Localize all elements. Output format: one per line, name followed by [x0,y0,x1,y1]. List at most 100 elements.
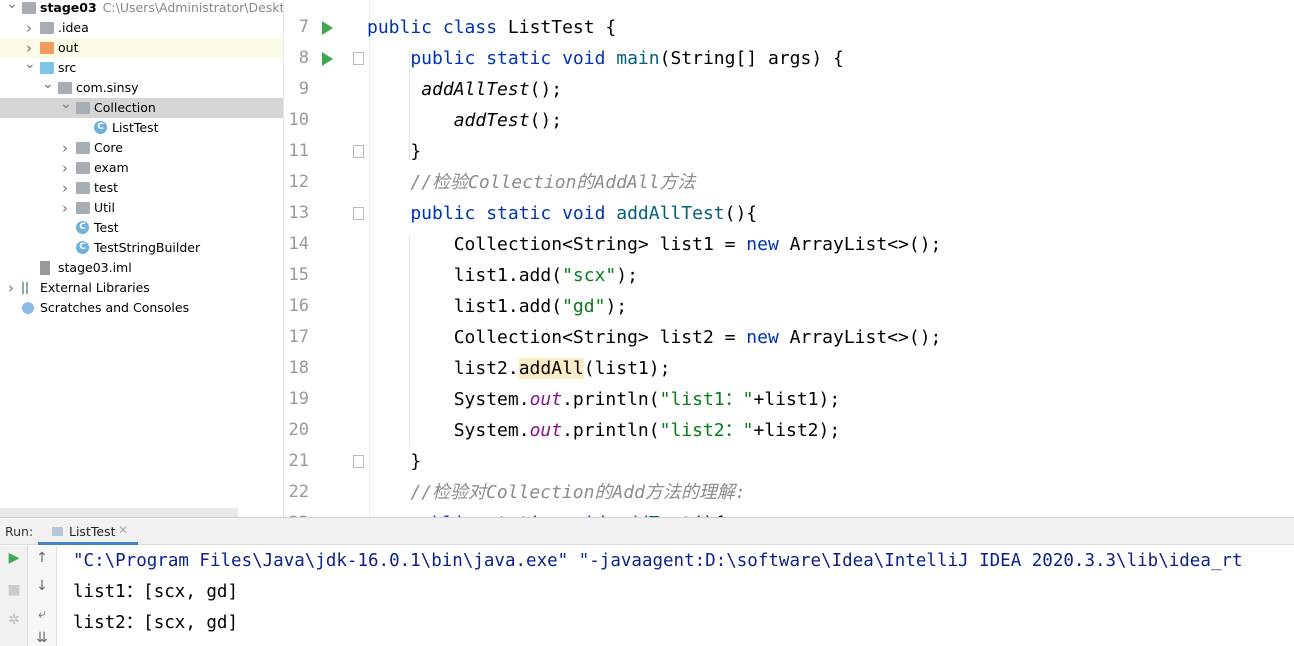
tree-item-label: .idea [58,20,89,35]
tree-item-teststringbuilder[interactable]: C TestStringBuilder [0,238,283,258]
java-class-icon: C [94,121,107,134]
scroll-to-end-icon[interactable]: ⇊ [34,630,50,646]
fold-marker-icon[interactable] [353,455,364,468]
rerun-icon[interactable]: ▶ [6,550,22,566]
chevron-right-icon[interactable]: › [60,158,70,178]
chevron-right-icon[interactable]: › [60,178,70,198]
code-token: public static void [367,203,617,224]
console-output[interactable]: "C:\Program Files\Java\jdk-16.0.1\bin\ja… [73,546,1242,639]
tree-item-out[interactable]: › out [0,38,283,58]
tree-item-stage03-iml[interactable]: stage03.iml [0,258,283,278]
close-tab-icon[interactable]: ✕ [118,523,128,537]
tree-item-listtest[interactable]: C ListTest [0,118,283,138]
chevron-right-icon[interactable]: › [60,138,70,158]
tree-item-text: Collection [94,98,156,118]
chevron-down-icon[interactable]: ⌄ [6,0,18,14]
tree-item-text: exam [94,158,129,178]
tree-item-exam[interactable]: › exam [0,158,283,178]
chevron-right-icon[interactable]: › [60,198,70,218]
run-tab-bar: Run: ListTest ✕ [0,518,1294,545]
tree-item-text: Test [94,218,119,238]
code-token: ); [605,296,628,317]
arrow-down-icon[interactable]: ↓ [34,578,50,594]
tree-item-text: Util [94,198,115,218]
code-line[interactable]: 14 Collection<String> list1 = new ArrayL… [285,229,1294,260]
tree-item-stage03[interactable]: ⌄ stage03 C:\Users\Administrator\Desktop [0,0,283,18]
code-line[interactable]: 17 Collection<String> list2 = new ArrayL… [285,322,1294,353]
code-line[interactable]: 23 public static void addTest(){ [285,508,1294,517]
code-text: addAllTest(); [367,74,562,105]
code-line[interactable]: 12 //检验Collection的AddAll方法 [285,167,1294,198]
code-line[interactable]: 9 addAllTest(); [285,74,1294,105]
tree-item-external-libraries[interactable]: › External Libraries [0,278,283,298]
code-line[interactable]: 7 public class ListTest { [285,12,1294,43]
code-text: public static void addAllTest(){ [367,198,757,229]
tree-item-text: External Libraries [40,278,150,298]
code-token: ArrayList<>(); [789,234,942,255]
chevron-down-icon[interactable]: ⌄ [60,94,72,114]
chevron-right-icon[interactable]: › [24,18,34,38]
tree-item-scratches-and-consoles[interactable]: Scratches and Consoles [0,298,283,318]
code-line[interactable]: 16 list1.add("gd"); [285,291,1294,322]
code-token: (String[] args) { [659,48,844,69]
tree-item-label: Core [94,140,123,155]
tree-item--idea[interactable]: › .idea [0,18,283,38]
run-label: Run: [5,524,34,539]
chevron-down-icon[interactable]: ⌄ [42,74,54,94]
code-line[interactable]: 15 list1.add("scx"); [285,260,1294,291]
tree-item-util[interactable]: › Util [0,198,283,218]
tree-item-text: .idea [58,18,89,38]
tree-item-text: stage03.iml [58,258,132,278]
code-token: //检验对Collection的Add方法的理解: [410,482,746,503]
code-editor[interactable]: 7 public class ListTest {8 public static … [285,0,1294,517]
fold-marker-icon[interactable] [353,145,364,158]
console-toolbar: ↑ ↓ ⤶ ⇊ [28,546,57,646]
project-horizontal-scrollbar[interactable] [0,508,238,517]
tab-listtest[interactable]: ListTest ✕ [38,518,138,545]
tree-item-label: Util [94,200,115,215]
soft-wrap-icon[interactable]: ⤶ [34,606,50,622]
stop-icon[interactable]: ■ [6,582,22,598]
code-line[interactable]: 21 } [285,446,1294,477]
line-number: 13 [288,203,309,223]
run-gutter-icon[interactable] [322,52,333,66]
code-line[interactable]: 20 System.out.println("list2："+list2); [285,415,1294,446]
chevron-down-icon[interactable]: ⌄ [24,54,36,74]
tree-item-label: Scratches and Consoles [40,300,190,315]
tree-item-text: Core [94,138,123,158]
source-folder-icon [40,62,54,74]
fold-marker-icon[interactable] [353,207,364,220]
code-token: list1.add( [367,296,563,317]
code-line[interactable]: 22 //检验对Collection的Add方法的理解: [285,477,1294,508]
tree-item-label: src [58,60,77,75]
tree-item-label: test [94,180,119,195]
tree-item-test[interactable]: C Test [0,218,283,238]
line-number: 9 [298,79,309,99]
tree-item-collection[interactable]: ⌄ Collection [0,96,283,118]
code-line[interactable]: 18 list2.addAll(list1); [285,353,1294,384]
fold-marker-icon[interactable] [353,52,364,65]
run-gutter-icon[interactable] [322,21,333,35]
code-line[interactable]: 10 addTest(); [285,105,1294,136]
arrow-up-icon[interactable]: ↑ [34,550,50,566]
line-number: 20 [288,420,309,440]
code-text: public class ListTest { [367,12,616,43]
tree-item-test[interactable]: › test [0,178,283,198]
code-text: System.out.println("list1："+list1); [367,384,841,415]
code-line[interactable]: 8 public static void main(String[] args)… [285,43,1294,74]
line-number: 23 [285,508,309,517]
line-number: 7 [298,17,309,37]
chevron-right-icon[interactable]: › [6,278,16,298]
debug-icon[interactable]: ✲ [6,612,22,628]
code-line[interactable]: 13 public static void addAllTest(){ [285,198,1294,229]
code-line[interactable]: 19 System.out.println("list1："+list1); [285,384,1294,415]
console-line: "C:\Program Files\Java\jdk-16.0.1\bin\ja… [73,551,1243,571]
code-line[interactable]: 11 } [285,136,1294,167]
tree-item-com-sinsy[interactable]: ⌄ com.sinsy [0,76,283,98]
code-token: System. [367,420,530,441]
code-token: (); [529,110,563,131]
code-token: public static void [367,48,617,69]
tree-item-core[interactable]: › Core [0,138,283,158]
